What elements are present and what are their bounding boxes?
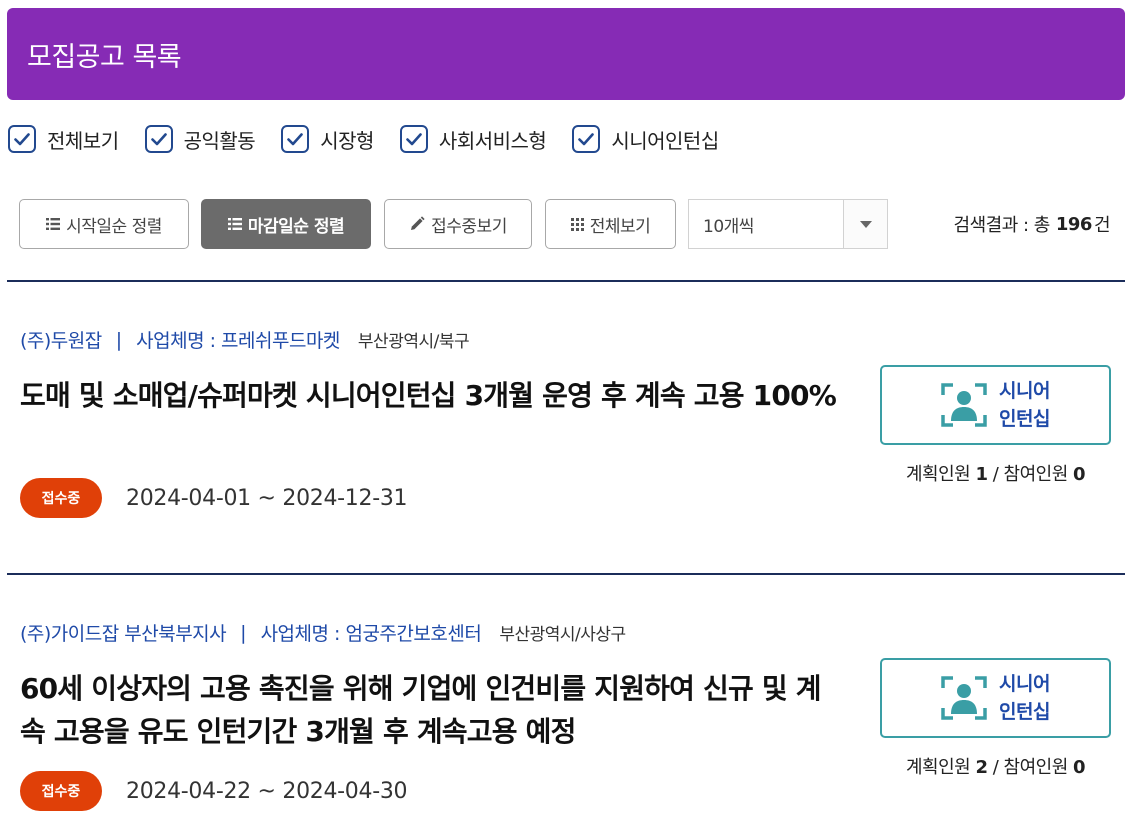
page-size-select[interactable]: 10개씩 [688, 199, 888, 249]
listing-title[interactable]: 60세 이상자의 고용 촉진을 위해 기업에 인건비를 지원하여 신규 및 계속… [20, 667, 840, 753]
user-frame-icon [941, 676, 987, 720]
filter-market[interactable]: 시장형 [281, 125, 374, 154]
user-frame-icon [941, 383, 987, 427]
filter-label: 전체보기 [47, 128, 119, 153]
button-label: 시작일순 정렬 [66, 216, 162, 237]
senior-internship-tag[interactable]: 시니어 인턴십 [880, 365, 1111, 445]
business-name: 사업체명 : 프레쉬푸드마켓 [136, 330, 340, 352]
result-prefix: 검색결과 : 총 [953, 215, 1051, 236]
button-label: 전체보기 [589, 216, 651, 237]
sort-by-deadline-button[interactable]: 마감일순 정렬 [201, 199, 371, 249]
button-label: 마감일순 정렬 [247, 216, 345, 237]
caret-down-icon[interactable] [843, 200, 887, 248]
headcount: 계획인원 1 / 참여인원 0 [880, 460, 1111, 486]
listing-item[interactable]: (주)두원잡 | 사업체명 : 프레쉬푸드마켓 부산광역시/북구 도매 및 소매… [7, 282, 1125, 574]
grid-icon [570, 217, 584, 231]
checkbox-checked-icon[interactable] [281, 125, 310, 153]
listing-meta: (주)가이드잡 부산북부지사 | 사업체명 : 엄궁주간보호센터 부산광역시/사… [20, 619, 626, 646]
tag-label: 시니어 인턴십 [999, 670, 1050, 726]
status-badge: 접수중 [20, 771, 102, 811]
tag-label: 시니어 인턴십 [999, 377, 1050, 433]
company-name[interactable]: (주)두원잡 [20, 326, 102, 353]
category-filters: 전체보기 공익활동 시장형 사회서비스형 시니어인턴십 [8, 124, 745, 154]
search-result-count: 검색결과 : 총 196 건 [953, 199, 1111, 249]
filter-senior-internship[interactable]: 시니어인턴십 [572, 125, 719, 154]
planned-count: 1 [975, 464, 988, 485]
tag-line-2: 인턴십 [999, 408, 1050, 430]
senior-internship-tag[interactable]: 시니어 인턴십 [880, 658, 1111, 738]
list-icon [46, 218, 61, 230]
page-title: 모집공고 목록 [27, 41, 182, 73]
filter-all[interactable]: 전체보기 [8, 125, 119, 154]
joined-label: 참여인원 [1003, 464, 1069, 485]
checkbox-checked-icon[interactable] [8, 125, 36, 153]
tag-line-1: 시니어 [999, 673, 1050, 695]
listing-meta: (주)두원잡 | 사업체명 : 프레쉬푸드마켓 부산광역시/북구 [20, 326, 470, 353]
list-toolbar: 시작일순 정렬 마감일순 정렬 접수중보기 전체보기 10개씩 검색결과 : 총… [19, 199, 1114, 249]
listing-item[interactable]: (주)가이드잡 부산북부지사 | 사업체명 : 엄궁주간보호센터 부산광역시/사… [7, 575, 1125, 829]
result-number: 196 [1055, 213, 1093, 235]
business-name: 사업체명 : 엄궁주간보호센터 [260, 623, 482, 645]
filter-social-service[interactable]: 사회서비스형 [399, 125, 547, 154]
tag-line-1: 시니어 [999, 380, 1050, 402]
page-header: 모집공고 목록 [7, 8, 1125, 100]
view-all-button[interactable]: 전체보기 [545, 199, 676, 249]
planned-count: 2 [975, 757, 988, 778]
planned-label: 계획인원 [905, 464, 971, 485]
filter-label: 공익활동 [183, 128, 256, 153]
region: 부산광역시/북구 [357, 332, 470, 352]
filter-label: 사회서비스형 [438, 128, 547, 153]
list-icon [227, 218, 242, 230]
tag-line-2: 인턴십 [999, 701, 1050, 723]
recruit-period: 2024-04-22 ~ 2024-04-30 [126, 778, 408, 804]
meta-separator: | [115, 328, 123, 351]
view-receiving-button[interactable]: 접수중보기 [384, 199, 532, 249]
filter-label: 시장형 [320, 128, 374, 153]
count-separator: / [992, 464, 999, 485]
company-name[interactable]: (주)가이드잡 부산북부지사 [20, 619, 227, 646]
status-badge: 접수중 [20, 478, 102, 518]
headcount: 계획인원 2 / 참여인원 0 [880, 753, 1111, 779]
planned-label: 계획인원 [905, 757, 971, 778]
filter-label: 시니어인턴십 [611, 128, 719, 153]
joined-count: 0 [1073, 464, 1086, 485]
recruit-period: 2024-04-01 ~ 2024-12-31 [126, 485, 408, 511]
joined-label: 참여인원 [1003, 757, 1069, 778]
sort-by-start-button[interactable]: 시작일순 정렬 [19, 199, 189, 249]
button-label: 접수중보기 [431, 216, 507, 237]
meta-separator: | [240, 621, 247, 644]
pencil-icon [411, 216, 425, 230]
result-suffix: 건 [1093, 215, 1111, 236]
checkbox-checked-icon[interactable] [399, 125, 428, 153]
listing-title[interactable]: 도매 및 소매업/슈퍼마켓 시니어인턴십 3개월 운영 후 계속 고용 100% [20, 374, 840, 417]
joined-count: 0 [1073, 757, 1086, 778]
checkbox-checked-icon[interactable] [572, 125, 601, 153]
page-size-value: 10개씩 [703, 216, 754, 237]
checkbox-checked-icon[interactable] [144, 125, 173, 153]
count-separator: / [992, 757, 999, 778]
region: 부산광역시/사상구 [499, 625, 626, 645]
filter-public-activity[interactable]: 공익활동 [144, 125, 256, 154]
